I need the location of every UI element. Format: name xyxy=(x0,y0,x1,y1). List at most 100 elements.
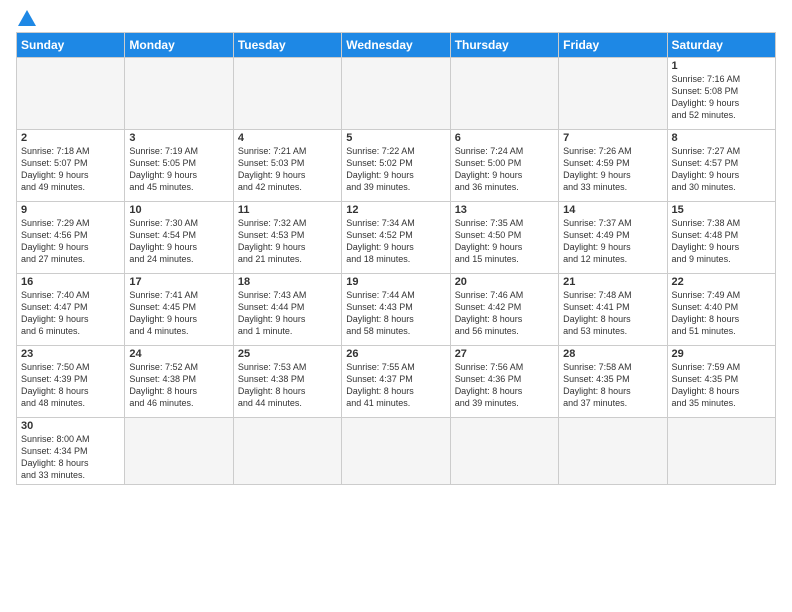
day-number: 4 xyxy=(238,132,337,144)
week-row-2: 9Sunrise: 7:29 AM Sunset: 4:56 PM Daylig… xyxy=(17,202,776,274)
calendar-cell: 15Sunrise: 7:38 AM Sunset: 4:48 PM Dayli… xyxy=(667,202,775,274)
calendar-cell: 6Sunrise: 7:24 AM Sunset: 5:00 PM Daylig… xyxy=(450,130,558,202)
weekday-header-monday: Monday xyxy=(125,33,233,58)
calendar-cell: 3Sunrise: 7:19 AM Sunset: 5:05 PM Daylig… xyxy=(125,130,233,202)
day-info: Sunrise: 7:49 AM Sunset: 4:40 PM Dayligh… xyxy=(672,289,771,338)
day-info: Sunrise: 7:19 AM Sunset: 5:05 PM Dayligh… xyxy=(129,145,228,194)
day-number: 16 xyxy=(21,276,120,288)
week-row-4: 23Sunrise: 7:50 AM Sunset: 4:39 PM Dayli… xyxy=(17,346,776,418)
day-number: 7 xyxy=(563,132,662,144)
header-row xyxy=(16,12,776,26)
day-info: Sunrise: 7:24 AM Sunset: 5:00 PM Dayligh… xyxy=(455,145,554,194)
day-info: Sunrise: 7:56 AM Sunset: 4:36 PM Dayligh… xyxy=(455,361,554,410)
calendar-cell: 21Sunrise: 7:48 AM Sunset: 4:41 PM Dayli… xyxy=(559,274,667,346)
week-row-0: 1Sunrise: 7:16 AM Sunset: 5:08 PM Daylig… xyxy=(17,58,776,130)
logo xyxy=(16,12,36,26)
calendar-cell xyxy=(342,418,450,485)
calendar-cell: 2Sunrise: 7:18 AM Sunset: 5:07 PM Daylig… xyxy=(17,130,125,202)
day-number: 19 xyxy=(346,276,445,288)
weekday-header-thursday: Thursday xyxy=(450,33,558,58)
calendar-cell: 29Sunrise: 7:59 AM Sunset: 4:35 PM Dayli… xyxy=(667,346,775,418)
day-info: Sunrise: 7:59 AM Sunset: 4:35 PM Dayligh… xyxy=(672,361,771,410)
day-number: 6 xyxy=(455,132,554,144)
calendar-cell: 24Sunrise: 7:52 AM Sunset: 4:38 PM Dayli… xyxy=(125,346,233,418)
day-info: Sunrise: 7:48 AM Sunset: 4:41 PM Dayligh… xyxy=(563,289,662,338)
day-number: 14 xyxy=(563,204,662,216)
day-info: Sunrise: 7:22 AM Sunset: 5:02 PM Dayligh… xyxy=(346,145,445,194)
calendar-cell: 20Sunrise: 7:46 AM Sunset: 4:42 PM Dayli… xyxy=(450,274,558,346)
calendar-cell: 19Sunrise: 7:44 AM Sunset: 4:43 PM Dayli… xyxy=(342,274,450,346)
day-number: 21 xyxy=(563,276,662,288)
calendar-cell: 7Sunrise: 7:26 AM Sunset: 4:59 PM Daylig… xyxy=(559,130,667,202)
day-number: 2 xyxy=(21,132,120,144)
day-number: 5 xyxy=(346,132,445,144)
calendar-cell: 4Sunrise: 7:21 AM Sunset: 5:03 PM Daylig… xyxy=(233,130,341,202)
day-info: Sunrise: 7:18 AM Sunset: 5:07 PM Dayligh… xyxy=(21,145,120,194)
day-number: 18 xyxy=(238,276,337,288)
logo-triangle-icon xyxy=(18,10,36,26)
day-info: Sunrise: 7:46 AM Sunset: 4:42 PM Dayligh… xyxy=(455,289,554,338)
calendar-cell: 26Sunrise: 7:55 AM Sunset: 4:37 PM Dayli… xyxy=(342,346,450,418)
day-number: 27 xyxy=(455,348,554,360)
calendar-cell: 1Sunrise: 7:16 AM Sunset: 5:08 PM Daylig… xyxy=(667,58,775,130)
day-number: 12 xyxy=(346,204,445,216)
day-info: Sunrise: 7:43 AM Sunset: 4:44 PM Dayligh… xyxy=(238,289,337,338)
day-number: 25 xyxy=(238,348,337,360)
day-info: Sunrise: 7:37 AM Sunset: 4:49 PM Dayligh… xyxy=(563,217,662,266)
day-number: 26 xyxy=(346,348,445,360)
calendar-cell: 25Sunrise: 7:53 AM Sunset: 4:38 PM Dayli… xyxy=(233,346,341,418)
day-info: Sunrise: 7:16 AM Sunset: 5:08 PM Dayligh… xyxy=(672,73,771,122)
day-number: 24 xyxy=(129,348,228,360)
day-info: Sunrise: 7:40 AM Sunset: 4:47 PM Dayligh… xyxy=(21,289,120,338)
day-number: 22 xyxy=(672,276,771,288)
calendar-cell: 22Sunrise: 7:49 AM Sunset: 4:40 PM Dayli… xyxy=(667,274,775,346)
day-number: 1 xyxy=(672,60,771,72)
day-number: 8 xyxy=(672,132,771,144)
calendar-cell xyxy=(233,418,341,485)
day-number: 17 xyxy=(129,276,228,288)
calendar-cell: 13Sunrise: 7:35 AM Sunset: 4:50 PM Dayli… xyxy=(450,202,558,274)
day-info: Sunrise: 7:26 AM Sunset: 4:59 PM Dayligh… xyxy=(563,145,662,194)
day-info: Sunrise: 8:00 AM Sunset: 4:34 PM Dayligh… xyxy=(21,433,120,482)
calendar-cell xyxy=(450,58,558,130)
weekday-header-wednesday: Wednesday xyxy=(342,33,450,58)
calendar-cell: 14Sunrise: 7:37 AM Sunset: 4:49 PM Dayli… xyxy=(559,202,667,274)
day-info: Sunrise: 7:30 AM Sunset: 4:54 PM Dayligh… xyxy=(129,217,228,266)
day-number: 20 xyxy=(455,276,554,288)
day-info: Sunrise: 7:32 AM Sunset: 4:53 PM Dayligh… xyxy=(238,217,337,266)
calendar-cell: 5Sunrise: 7:22 AM Sunset: 5:02 PM Daylig… xyxy=(342,130,450,202)
calendar-cell: 16Sunrise: 7:40 AM Sunset: 4:47 PM Dayli… xyxy=(17,274,125,346)
day-info: Sunrise: 7:44 AM Sunset: 4:43 PM Dayligh… xyxy=(346,289,445,338)
week-row-1: 2Sunrise: 7:18 AM Sunset: 5:07 PM Daylig… xyxy=(17,130,776,202)
day-info: Sunrise: 7:21 AM Sunset: 5:03 PM Dayligh… xyxy=(238,145,337,194)
calendar-cell: 10Sunrise: 7:30 AM Sunset: 4:54 PM Dayli… xyxy=(125,202,233,274)
weekday-header-friday: Friday xyxy=(559,33,667,58)
day-info: Sunrise: 7:38 AM Sunset: 4:48 PM Dayligh… xyxy=(672,217,771,266)
calendar-cell: 12Sunrise: 7:34 AM Sunset: 4:52 PM Dayli… xyxy=(342,202,450,274)
day-info: Sunrise: 7:55 AM Sunset: 4:37 PM Dayligh… xyxy=(346,361,445,410)
calendar-cell xyxy=(125,418,233,485)
day-info: Sunrise: 7:58 AM Sunset: 4:35 PM Dayligh… xyxy=(563,361,662,410)
day-info: Sunrise: 7:29 AM Sunset: 4:56 PM Dayligh… xyxy=(21,217,120,266)
page: SundayMondayTuesdayWednesdayThursdayFrid… xyxy=(0,0,792,612)
day-info: Sunrise: 7:35 AM Sunset: 4:50 PM Dayligh… xyxy=(455,217,554,266)
logo-text xyxy=(16,12,36,26)
day-info: Sunrise: 7:52 AM Sunset: 4:38 PM Dayligh… xyxy=(129,361,228,410)
weekday-header-tuesday: Tuesday xyxy=(233,33,341,58)
calendar-cell: 30Sunrise: 8:00 AM Sunset: 4:34 PM Dayli… xyxy=(17,418,125,485)
calendar-cell: 28Sunrise: 7:58 AM Sunset: 4:35 PM Dayli… xyxy=(559,346,667,418)
calendar-cell xyxy=(559,418,667,485)
calendar-cell xyxy=(559,58,667,130)
calendar-cell: 23Sunrise: 7:50 AM Sunset: 4:39 PM Dayli… xyxy=(17,346,125,418)
calendar: SundayMondayTuesdayWednesdayThursdayFrid… xyxy=(16,32,776,485)
day-info: Sunrise: 7:27 AM Sunset: 4:57 PM Dayligh… xyxy=(672,145,771,194)
day-number: 10 xyxy=(129,204,228,216)
calendar-cell: 18Sunrise: 7:43 AM Sunset: 4:44 PM Dayli… xyxy=(233,274,341,346)
calendar-cell xyxy=(17,58,125,130)
week-row-3: 16Sunrise: 7:40 AM Sunset: 4:47 PM Dayli… xyxy=(17,274,776,346)
week-row-5: 30Sunrise: 8:00 AM Sunset: 4:34 PM Dayli… xyxy=(17,418,776,485)
calendar-cell xyxy=(233,58,341,130)
day-info: Sunrise: 7:53 AM Sunset: 4:38 PM Dayligh… xyxy=(238,361,337,410)
calendar-cell: 11Sunrise: 7:32 AM Sunset: 4:53 PM Dayli… xyxy=(233,202,341,274)
day-number: 13 xyxy=(455,204,554,216)
